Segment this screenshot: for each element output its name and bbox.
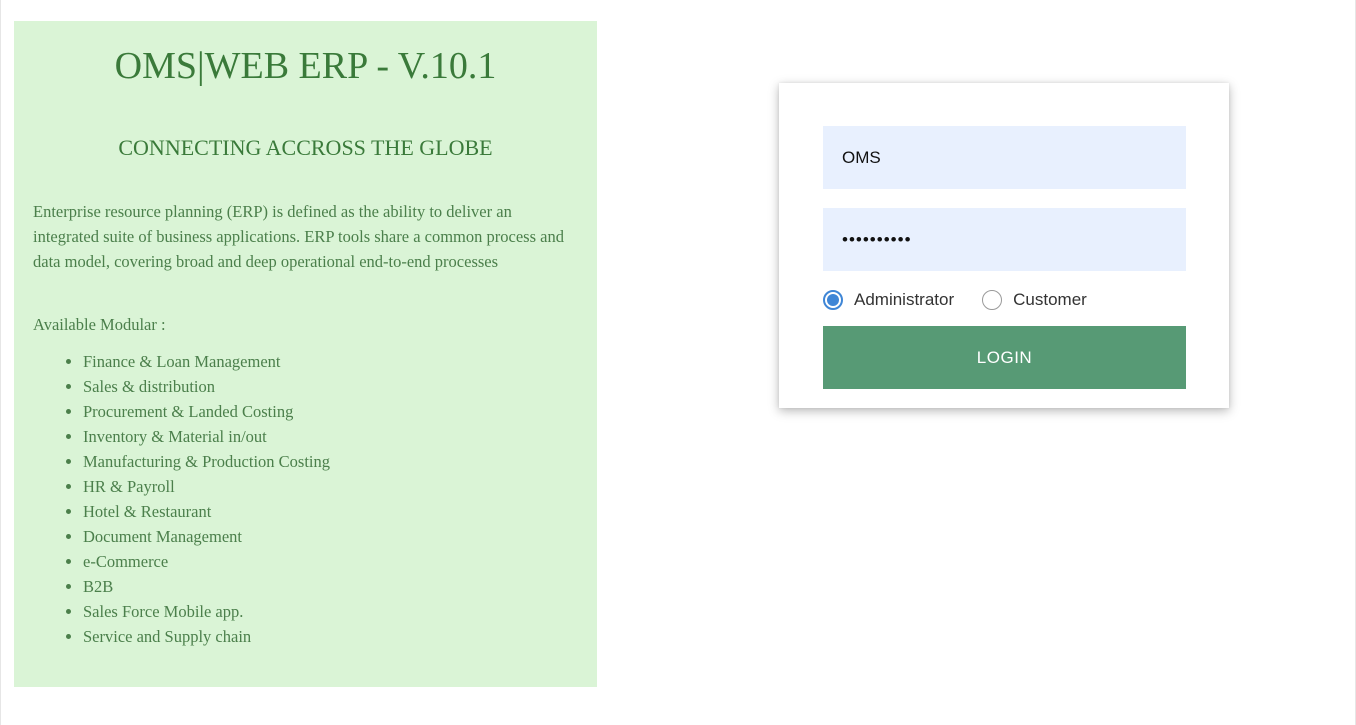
- role-label-administrator: Administrator: [854, 290, 955, 309]
- login-button[interactable]: LOGIN: [823, 326, 1186, 389]
- module-item: B2B: [65, 574, 330, 599]
- app-tagline: CONNECTING ACCROSS THE GLOBE: [118, 135, 493, 160]
- info-panel: OMS|WEB ERP - V.10.1 CONNECTING ACCROSS …: [14, 21, 597, 687]
- module-item: Sales Force Mobile app.: [65, 599, 330, 624]
- module-item: HR & Payroll: [65, 474, 330, 499]
- radio-checked-icon[interactable]: [823, 290, 843, 310]
- module-item: Inventory & Material in/out: [65, 424, 330, 449]
- module-item: Finance & Loan Management: [65, 349, 330, 374]
- modules-list: Finance & Loan Management Sales & distri…: [33, 349, 330, 649]
- role-label-customer: Customer: [1013, 290, 1087, 309]
- role-option-customer[interactable]: Customer: [982, 290, 1087, 310]
- role-option-administrator[interactable]: Administrator: [823, 290, 954, 310]
- module-item: Hotel & Restaurant: [65, 499, 330, 524]
- username-input[interactable]: [823, 126, 1186, 189]
- login-form: Administrator Customer LOGIN: [779, 83, 1229, 408]
- role-selector: Administrator Customer: [823, 288, 1087, 312]
- module-item: Procurement & Landed Costing: [65, 399, 330, 424]
- module-item: Document Management: [65, 524, 330, 549]
- module-item: Sales & distribution: [65, 374, 330, 399]
- modules-heading: Available Modular :: [33, 315, 166, 334]
- erp-description: Enterprise resource planning (ERP) is de…: [33, 202, 564, 271]
- module-item: Manufacturing & Production Costing: [65, 449, 330, 474]
- app-title: OMS|WEB ERP - V.10.1: [114, 45, 497, 87]
- module-item: Service and Supply chain: [65, 624, 330, 649]
- radio-unchecked-icon[interactable]: [982, 290, 1003, 310]
- module-item: e-Commerce: [65, 549, 330, 574]
- password-input[interactable]: [823, 208, 1186, 271]
